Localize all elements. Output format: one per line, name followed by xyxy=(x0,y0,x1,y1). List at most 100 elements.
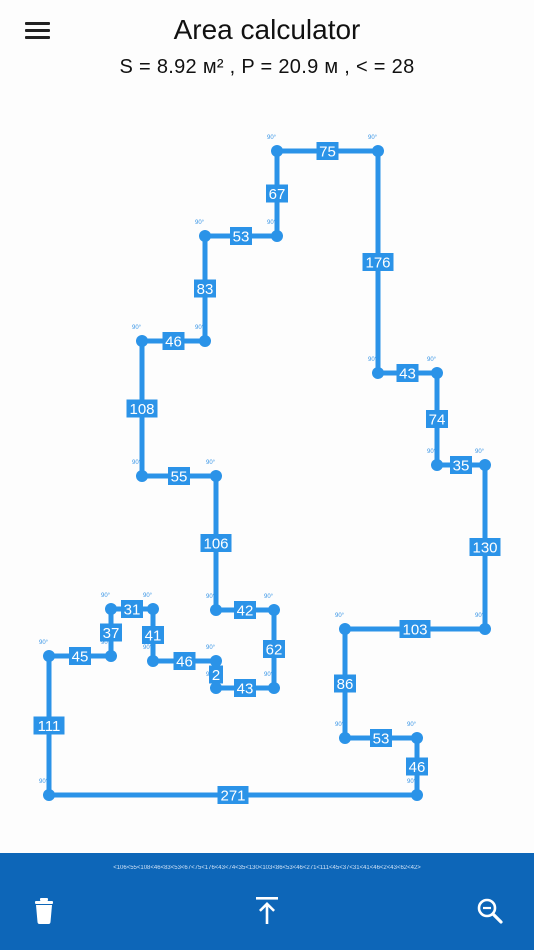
edge-length-label[interactable]: 86 xyxy=(334,674,356,694)
edge-length-label[interactable]: 42 xyxy=(234,601,256,620)
trash-icon xyxy=(35,898,53,924)
delete-button[interactable] xyxy=(24,891,64,931)
edge-length-label[interactable]: 271 xyxy=(217,786,249,805)
vertex-angle-label: 90° xyxy=(101,593,111,599)
edge-length-label[interactable]: 67 xyxy=(266,184,288,204)
vertex-angle-label: 90° xyxy=(407,722,417,728)
vertex-angle-label: 90° xyxy=(195,325,205,331)
vertex-handle[interactable] xyxy=(105,650,117,662)
vertex-handle[interactable] xyxy=(210,655,222,667)
edge-length-label[interactable]: 35 xyxy=(450,456,472,475)
zoom-out-icon xyxy=(477,898,503,924)
vertex-handle[interactable] xyxy=(43,650,55,662)
edge-length-label[interactable]: 46 xyxy=(406,757,428,777)
edge-length-label[interactable]: 55 xyxy=(168,467,190,486)
vertex-angle-label: 90° xyxy=(264,672,274,678)
vertex-handle[interactable] xyxy=(431,459,443,471)
edge-length-label[interactable]: 46 xyxy=(162,332,185,351)
vertex-angle-label: 90° xyxy=(39,640,49,646)
vertex-handle[interactable] xyxy=(271,230,283,242)
zoom-out-button[interactable] xyxy=(470,891,510,931)
svg-text:35: 35 xyxy=(453,458,470,475)
vertex-handle[interactable] xyxy=(199,230,211,242)
vertex-angle-label: 90° xyxy=(206,645,216,651)
vertex-handle[interactable] xyxy=(210,604,222,616)
edge-length-label[interactable]: 75 xyxy=(316,142,339,161)
vertex-handle[interactable] xyxy=(372,145,384,157)
vertex-angle-label: 90° xyxy=(267,135,277,141)
vertex-angle-label: 90° xyxy=(132,460,142,466)
vertex-handle[interactable] xyxy=(271,145,283,157)
vertex-angle-label: 90° xyxy=(132,325,142,331)
svg-text:31: 31 xyxy=(124,602,141,619)
vertex-angle-label: 90° xyxy=(206,594,216,600)
edge-length-label[interactable]: 37 xyxy=(100,623,122,643)
svg-text:45: 45 xyxy=(72,649,89,666)
edge-length-label[interactable]: 43 xyxy=(234,679,256,698)
edge-length-label[interactable]: 103 xyxy=(399,620,431,639)
svg-text:53: 53 xyxy=(373,731,390,748)
vertex-handle[interactable] xyxy=(43,789,55,801)
svg-text:271: 271 xyxy=(220,788,245,805)
edge-length-label[interactable]: 53 xyxy=(370,729,392,748)
edge-length-label[interactable]: 108 xyxy=(126,399,158,419)
edge-length-label[interactable]: 46 xyxy=(173,652,196,671)
vertex-handle[interactable] xyxy=(105,603,117,615)
svg-text:67: 67 xyxy=(269,186,286,203)
vertex-handle[interactable] xyxy=(411,732,423,744)
vertex-angle-label: 90° xyxy=(264,594,274,600)
vertex-handle[interactable] xyxy=(199,335,211,347)
vertex-handle[interactable] xyxy=(431,367,443,379)
svg-text:130: 130 xyxy=(472,540,497,557)
vertex-angle-label: 90° xyxy=(368,135,378,141)
vertex-angle-label: 90° xyxy=(206,460,216,466)
svg-text:55: 55 xyxy=(171,469,188,486)
vertex-handle[interactable] xyxy=(268,682,280,694)
svg-text:103: 103 xyxy=(402,622,427,639)
svg-text:108: 108 xyxy=(129,401,154,418)
svg-text:43: 43 xyxy=(237,681,254,698)
vertex-angle-label: 90° xyxy=(143,593,153,599)
vertex-handle[interactable] xyxy=(147,603,159,615)
bottom-toolbar: <106<55<108<46<83<53<67<75<176<43<74<35<… xyxy=(0,853,534,950)
svg-text:41: 41 xyxy=(145,628,162,645)
vertex-handle[interactable] xyxy=(339,732,351,744)
vertex-handle[interactable] xyxy=(136,470,148,482)
vertex-angle-label: 90° xyxy=(335,613,345,619)
edge-length-label[interactable]: 2 xyxy=(209,665,223,685)
edge-length-label[interactable]: 45 xyxy=(69,647,91,666)
vertex-handle[interactable] xyxy=(372,367,384,379)
vertex-handle[interactable] xyxy=(147,655,159,667)
vertex-angle-label: 90° xyxy=(427,357,437,363)
vertex-handle[interactable] xyxy=(268,604,280,616)
vertex-handle[interactable] xyxy=(479,623,491,635)
svg-text:43: 43 xyxy=(399,366,416,383)
edge-length-label[interactable]: 83 xyxy=(194,279,216,299)
vertex-angle-label: 90° xyxy=(195,220,205,226)
edge-length-label[interactable]: 74 xyxy=(426,410,448,429)
svg-text:83: 83 xyxy=(197,281,214,298)
edge-length-label[interactable]: 111 xyxy=(33,716,65,736)
svg-text:46: 46 xyxy=(409,759,426,776)
vertex-handle[interactable] xyxy=(479,459,491,471)
vertex-handle[interactable] xyxy=(210,470,222,482)
svg-text:37: 37 xyxy=(103,625,120,642)
edge-length-label[interactable]: 43 xyxy=(396,364,419,383)
edge-length-label[interactable]: 176 xyxy=(362,253,394,272)
vertex-angle-label: 90° xyxy=(368,357,378,363)
edge-length-label[interactable]: 106 xyxy=(200,534,232,553)
floor-plan-canvas[interactable]: 90° 90° 90° 90° 90° 90° 90° 90° 90° 90° 90° 90° 90° 9… xyxy=(0,0,534,850)
edge-length-label[interactable]: 41 xyxy=(142,626,164,645)
edge-length-label[interactable]: 53 xyxy=(230,227,252,246)
svg-text:46: 46 xyxy=(176,654,193,671)
edge-length-label[interactable]: 62 xyxy=(263,640,285,659)
vertex-handle[interactable] xyxy=(339,623,351,635)
export-button[interactable] xyxy=(247,891,287,931)
svg-text:53: 53 xyxy=(233,229,250,246)
vertex-handle[interactable] xyxy=(411,789,423,801)
vertex-handle[interactable] xyxy=(136,335,148,347)
vertex-angle-label: 90° xyxy=(267,220,277,226)
edge-length-label[interactable]: 130 xyxy=(469,538,501,557)
svg-text:2: 2 xyxy=(212,667,220,684)
edge-length-label[interactable]: 31 xyxy=(121,600,143,619)
